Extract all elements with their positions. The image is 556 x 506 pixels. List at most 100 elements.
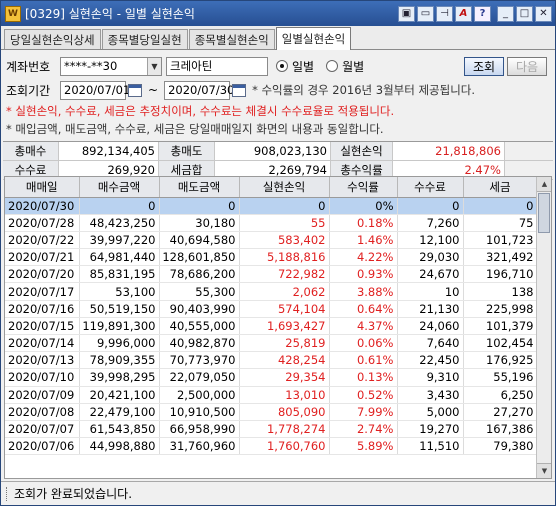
radio-daily[interactable]: 일별 [276,58,314,75]
radio-monthly-label: 월별 [342,59,365,74]
table-row[interactable]: 2020/07/28 48,423,250 30,180 55 0.18% 7,260 75 [5,214,538,232]
cell-sell: 40,694,580 [159,231,240,250]
cell-tax: 196,710 [463,265,538,284]
tab-today-detail[interactable]: 당일실현손익상세 [4,29,101,49]
cell-buy: 61,543,850 [79,420,160,439]
daily-pnl-grid[interactable]: 매매일 매수금액 매도금액 실현손익 수익률 수수료 세금 2020/07/30… [4,176,552,479]
table-row[interactable]: 2020/07/13 78,909,355 70,773,970 428,254 0.6… [5,351,538,370]
cell-buy: 119,891,300 [79,317,160,336]
cell-rate: 0.61% [329,351,398,370]
cell-tax: 225,998 [463,300,538,318]
font-size-icon[interactable]: A [455,5,472,22]
table-row[interactable]: 2020/07/22 39,997,220 40,694,580 583,402 1.4… [5,231,538,250]
cell-buy: 0 [79,197,160,215]
col-header-fee[interactable]: 수수료 [397,177,464,198]
col-header-sell[interactable]: 매도금액 [159,177,240,198]
close-icon[interactable]: ✕ [535,5,552,22]
col-header-date[interactable]: 매매일 [5,177,80,198]
table-row[interactable]: 2020/07/15 119,891,300 40,555,000 1,693,427… [5,317,538,336]
cell-pnl: 1,693,427 [239,317,330,336]
cell-pnl: 722,982 [239,265,330,284]
help-icon[interactable]: ? [474,5,491,22]
table-row[interactable]: 2020/07/30 0 0 0 0% 0 0 [5,197,538,215]
cell-rate: 0.52% [329,386,398,404]
cell-rate: 4.37% [329,317,398,336]
next-button[interactable]: 다음 [507,56,547,76]
scroll-thumb[interactable] [538,193,550,233]
cell-pnl: 13,010 [239,386,330,404]
cell-sell: 0 [159,197,240,215]
maximize-icon[interactable]: □ [516,5,533,22]
summary-row: 총매수 892,134,405 총매도 908,023,130 실현손익 21,… [3,142,553,161]
radio-monthly-dot[interactable] [326,60,339,72]
calendar-icon[interactable] [128,83,142,97]
table-row[interactable]: 2020/07/07 61,543,850 66,958,990 1,778,274 2… [5,420,538,439]
cell-fee: 22,450 [397,351,464,370]
cell-tax: 75 [463,214,538,232]
date-to-input[interactable]: 2020/07/30 [164,80,234,100]
cell-date: 2020/07/21 [5,248,80,267]
table-row[interactable]: 2020/07/08 22,479,100 10,910,500 805,090 7.9… [5,403,538,421]
radio-monthly[interactable]: 월별 [326,58,364,75]
cell-rate: 0% [329,197,398,215]
chevron-down-icon[interactable]: ▼ [147,57,161,75]
table-row[interactable]: 2020/07/17 53,100 55,300 2,062 3.88% 10 138 [5,282,538,301]
table-row[interactable]: 2020/07/06 44,998,880 31,760,960 1,760,760 5… [5,437,538,456]
cell-pnl: 25,819 [239,334,330,353]
scroll-down-icon[interactable]: ▼ [537,463,551,478]
cell-sell: 128,601,850 [159,248,240,267]
cell-tax: 102,454 [463,334,538,353]
cell-date: 2020/07/10 [5,368,80,387]
pin-icon[interactable]: ⊣ [436,5,453,22]
cell-sell: 22,079,050 [159,368,240,387]
table-row[interactable]: 2020/07/14 9,996,000 40,982,870 25,819 0.06%… [5,334,538,353]
status-bar: 조회가 완료되었습니다. [1,481,555,505]
radio-daily-dot[interactable] [276,60,288,72]
col-header-tax[interactable]: 세금 [463,177,538,198]
radio-daily-label: 일별 [292,59,315,74]
tab-stock-realized[interactable]: 종목별실현손익 [188,29,275,49]
title-bar[interactable]: W [0329] 실현손익 - 일별 실현손익 ▣ ▭ ⊣ A ? _ □ ✕ [1,1,555,26]
table-row[interactable]: 2020/07/21 64,981,440 128,601,850 5,188,816… [5,248,538,267]
col-header-rate[interactable]: 수익률 [329,177,398,198]
col-header-pnl[interactable]: 실현손익 [239,177,330,198]
status-message: 조회가 완료되었습니다. [14,487,133,501]
table-body: 2020/07/30 0 0 0 0% 0 0 2020/07/28 48,423,250 30,… [5,197,538,456]
cell-tax: 167,386 [463,420,538,439]
cell-sell: 55,300 [159,282,240,301]
minimize-icon[interactable]: _ [497,5,514,22]
table-row[interactable]: 2020/07/20 85,831,195 78,686,200 722,982 0.9… [5,265,538,284]
screen-icon[interactable]: ▭ [417,5,434,22]
cell-rate: 0.18% [329,214,398,232]
query-button[interactable]: 조회 [464,56,504,76]
tab-daily-realized[interactable]: 일별실현손익 [275,27,352,50]
link-window-icon[interactable]: ▣ [398,5,415,22]
table-row[interactable]: 2020/07/09 20,421,100 2,500,000 13,010 0.52%… [5,386,538,404]
realized-label: 실현손익 [331,142,393,160]
cell-rate: 4.22% [329,248,398,267]
cell-sell: 90,403,990 [159,300,240,318]
account-row: 계좌번호 ****-**30 ▼ 크레아틴 일별 월별 조회 다음 [1,54,555,78]
cell-rate: 0.64% [329,300,398,318]
title-toolbar: ▣ ▭ ⊣ A ? _ □ ✕ [398,5,552,22]
cell-tax: 79,380 [463,437,538,456]
date-from-input[interactable]: 2020/07/01 [60,80,130,100]
cell-pnl: 805,090 [239,403,330,421]
scroll-up-icon[interactable]: ▲ [537,177,551,192]
cell-sell: 30,180 [159,214,240,232]
account-select[interactable]: ****-**30 ▼ [60,56,162,76]
grip-icon [6,486,9,501]
table-row[interactable]: 2020/07/10 39,998,295 22,079,050 29,354 0.13… [5,368,538,387]
cell-pnl: 1,778,274 [239,420,330,439]
vertical-scrollbar[interactable]: ▲ ▼ [536,177,551,478]
cell-fee: 29,030 [397,248,464,267]
tab-stock-today[interactable]: 종목별당일실현 [101,29,188,49]
col-header-buy[interactable]: 매수금액 [79,177,160,198]
app-icon: W [5,5,21,22]
calendar-icon[interactable] [232,83,247,97]
cell-pnl: 29,354 [239,368,330,387]
cell-sell: 40,555,000 [159,317,240,336]
cell-date: 2020/07/28 [5,214,80,232]
cell-buy: 78,909,355 [79,351,160,370]
table-row[interactable]: 2020/07/16 50,519,150 90,403,990 574,104 0.6… [5,300,538,318]
